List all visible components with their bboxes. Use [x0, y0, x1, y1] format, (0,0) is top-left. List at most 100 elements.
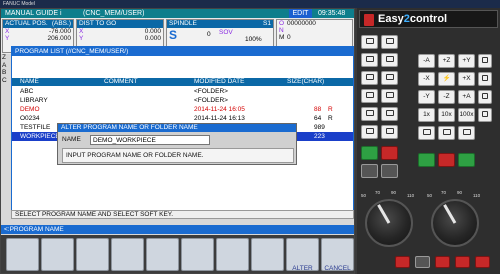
feed-scale-label: 70 — [375, 190, 381, 195]
soft-key-2[interactable] — [41, 238, 74, 271]
aux-key-icon[interactable] — [478, 54, 492, 68]
axis-value: 206.000 — [47, 35, 72, 42]
logo-text: Easy2control — [378, 13, 447, 26]
cycle-stop-button[interactable] — [381, 146, 398, 160]
row-name: DEMO — [20, 106, 40, 113]
table-row[interactable]: ABC <FOLDER> — [12, 87, 353, 96]
logo-badge-icon — [364, 14, 374, 26]
axis-letter: B — [2, 69, 7, 76]
dialog-hint: INPUT PROGRAM NAME OR FOLDER NAME. — [62, 148, 294, 163]
o-label: O — [279, 20, 285, 27]
clock: 09:35:48 — [318, 10, 346, 17]
step-1x-key[interactable]: 1x — [418, 108, 435, 122]
mode-key-icon[interactable] — [381, 125, 398, 139]
row-size: 88 — [314, 106, 322, 113]
step-100x-key[interactable]: 100x — [458, 108, 475, 122]
mode-key-icon[interactable] — [361, 125, 378, 139]
soft-key-7[interactable] — [216, 238, 249, 271]
row-flag: R — [328, 106, 333, 113]
mode-key-icon[interactable] — [361, 53, 378, 67]
stop-button[interactable] — [435, 256, 450, 268]
m-value: 0 — [287, 34, 291, 41]
mode-key-icon[interactable] — [381, 35, 398, 49]
sov-label: SOV — [219, 29, 233, 36]
cancel-soft-key[interactable]: CANCEL — [321, 238, 354, 272]
row-name: TESTFILE — [20, 124, 51, 131]
step-10x-key[interactable]: 10x — [438, 108, 455, 122]
spindle-s-label: S — [169, 28, 178, 42]
program-name-input[interactable]: DEMO_WORKPIECE — [90, 135, 210, 145]
table-row[interactable]: LIBRARY <FOLDER> — [12, 96, 353, 105]
row-name: O0234 — [20, 115, 40, 122]
stop-button[interactable] — [455, 256, 470, 268]
name-label: NAME — [62, 136, 81, 143]
jog-key-icon[interactable] — [458, 126, 475, 140]
feed-scale-label: 90 — [391, 190, 397, 195]
axis-value: 0.000 — [144, 35, 161, 42]
spindle-stop-button[interactable] — [438, 153, 455, 167]
logo-part-a: Easy — [378, 13, 404, 25]
row-name: ABC — [20, 88, 34, 95]
axis-letter: C — [2, 76, 7, 84]
table-row[interactable]: O0234 2014-11-24 16:13 64 R — [12, 114, 353, 123]
soft-key-5[interactable] — [146, 238, 179, 271]
jog-minus-z-key[interactable]: -Z — [438, 90, 455, 104]
jog-plus-x-key[interactable]: +X — [458, 72, 475, 86]
feed-override-knob[interactable] — [365, 199, 413, 247]
jog-minus-x-key[interactable]: -X — [418, 72, 435, 86]
mode-key-icon[interactable] — [361, 35, 378, 49]
spindle-scale-label: 50 — [427, 193, 433, 198]
mode-key-icon[interactable] — [381, 71, 398, 85]
jog-plus-a-key[interactable]: +A — [458, 90, 475, 104]
mode-key-icon[interactable] — [361, 89, 378, 103]
spindle-cw-button[interactable] — [418, 153, 435, 167]
mode-key-icon[interactable] — [361, 107, 378, 121]
jog-key-icon[interactable] — [418, 126, 435, 140]
feed-scale-label: 110 — [407, 193, 415, 198]
soft-key-8[interactable] — [251, 238, 284, 271]
soft-key-3[interactable] — [76, 238, 109, 271]
aux-key-icon[interactable] — [478, 72, 492, 86]
row-modified: <FOLDER> — [194, 88, 228, 95]
spindle-scale-label: 90 — [457, 190, 463, 195]
jog-minus-y-key[interactable]: -Y — [418, 90, 435, 104]
alter-name-dialog: ALTER PROGRAM NAME OR FOLDER NAME NAME D… — [57, 123, 297, 165]
reset-button[interactable] — [381, 164, 398, 178]
row-size: 989 — [314, 124, 325, 131]
soft-key-4[interactable] — [111, 238, 144, 271]
mode-key-icon[interactable] — [361, 71, 378, 85]
mode-key-icon[interactable] — [381, 53, 398, 67]
axis-label: Y — [79, 35, 84, 42]
col-name[interactable]: NAME — [20, 78, 39, 86]
jog-minus-a-key[interactable]: -A — [418, 54, 435, 68]
option-button[interactable] — [415, 256, 430, 268]
col-modified[interactable]: MODIFIED DATE — [194, 78, 244, 86]
logo-part-c: control — [409, 13, 448, 25]
cycle-start-button[interactable] — [361, 146, 378, 160]
soft-key-6[interactable] — [181, 238, 214, 271]
jog-plus-z-key[interactable]: +Z — [438, 54, 455, 68]
soft-key-row: ALTER CANCEL — [1, 235, 354, 273]
row-modified: 2014-11-24 16:05 — [194, 106, 245, 113]
aux-key-icon[interactable] — [478, 90, 492, 104]
o-value: 00000000 — [287, 20, 316, 27]
jog-key-icon[interactable] — [438, 126, 455, 140]
emergency-button[interactable] — [395, 256, 410, 268]
jog-plus-y-key[interactable]: +Y — [458, 54, 475, 68]
col-size[interactable]: SIZE(CHAR) — [287, 78, 324, 86]
soft-key-1[interactable] — [6, 238, 39, 271]
stop-button[interactable] — [475, 256, 490, 268]
path-label: (CNC_MEM/USER) — [83, 10, 145, 17]
aux-key-icon[interactable] — [478, 108, 492, 122]
mode-key-icon[interactable] — [381, 107, 398, 121]
program-list-title: PROGRAM LIST (//CNC_MEM/USER/) — [12, 47, 353, 56]
spindle-override-knob[interactable] — [431, 199, 479, 247]
table-row[interactable]: DEMO 2014-11-24 16:05 88 R — [12, 105, 353, 114]
spindle-ccw-button[interactable] — [458, 153, 475, 167]
mode-key-icon[interactable] — [381, 89, 398, 103]
rapid-key-icon[interactable]: ⚡ — [438, 72, 455, 86]
col-comment[interactable]: COMMENT — [104, 78, 138, 86]
n-label: N — [279, 27, 284, 34]
alter-soft-key[interactable]: ALTER — [286, 238, 319, 272]
feed-hold-button[interactable] — [361, 164, 378, 178]
